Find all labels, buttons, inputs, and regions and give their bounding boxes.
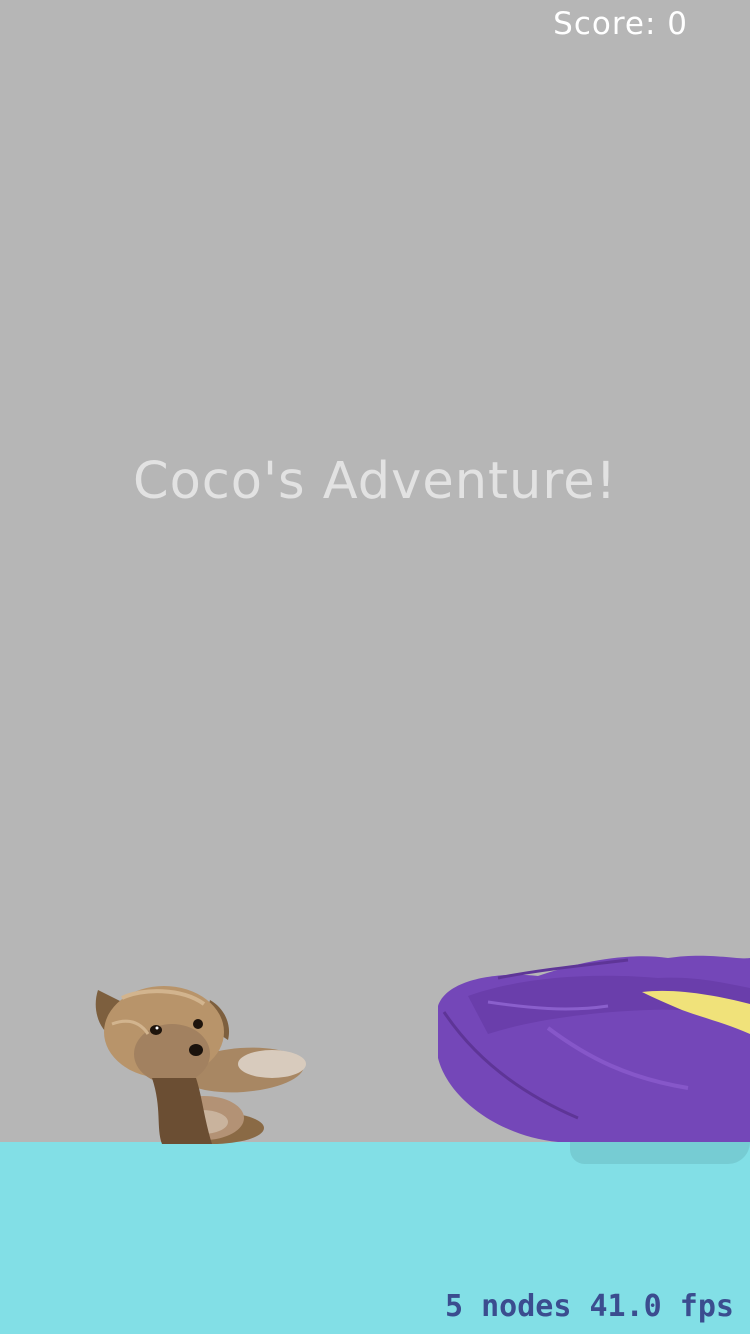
fps-readout: 41.0 fps	[589, 1289, 735, 1324]
pet-bed-sprite	[438, 955, 750, 1142]
ground-shadow	[570, 1142, 750, 1164]
game-title: Coco's Adventure!	[132, 452, 618, 511]
score-label: Score: 0	[553, 6, 688, 42]
dog-sprite[interactable]	[92, 978, 308, 1144]
node-count: 5 nodes	[445, 1289, 572, 1324]
debug-stats: 5 nodes 41.0 fps	[445, 1289, 734, 1324]
game-scene[interactable]: Score: 0 Coco's Adventure! 5 nodes 41.0 …	[0, 0, 750, 1334]
